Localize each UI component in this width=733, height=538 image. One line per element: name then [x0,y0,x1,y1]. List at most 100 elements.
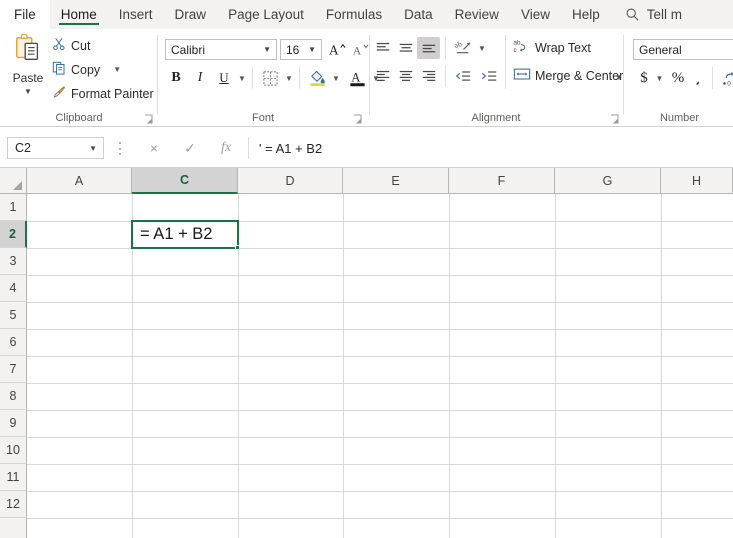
column-header-c[interactable]: C [132,168,238,194]
tab-formulas[interactable]: Formulas [315,0,393,29]
column-header-e[interactable]: E [343,168,449,194]
column-header-f-label: F [497,173,506,188]
align-left-button[interactable] [371,65,394,87]
row-header-10-label: 10 [6,443,20,457]
fill-color-button[interactable] [305,65,329,89]
row-header-13[interactable] [0,518,27,538]
merge-and-center-button[interactable]: Merge & Center [513,66,623,86]
increase-font-size-button[interactable]: A [327,39,348,60]
tab-page-layout[interactable]: Page Layout [217,0,315,29]
underline-dropdown-caret-icon[interactable]: ▼ [235,67,249,89]
column-header-g[interactable]: G [555,168,661,194]
paste-dropdown-caret-icon[interactable]: ▼ [24,88,32,96]
ribbon-group-clipboard: Paste ▼ Cut Copy ▼ Format Painter Clipbo… [0,29,158,126]
cut-button[interactable]: Cut [52,37,90,54]
column-header-h[interactable]: H [661,168,733,194]
fill-handle[interactable] [235,245,240,250]
group-separator [505,35,506,89]
row-header-7[interactable]: 7 [0,356,27,383]
copy-button[interactable]: Copy ▼ [52,61,121,78]
ribbon-group-number: General $ ▼ % ͵ 0 Number [626,29,733,126]
middle-align-button[interactable] [394,37,417,59]
row-header-12[interactable]: 12 [0,491,27,518]
group-separator [623,35,624,115]
increase-decimal-button[interactable]: 0 [718,67,733,89]
tab-insert[interactable]: Insert [108,0,164,29]
wrap-text-button[interactable]: ab c Wrap Text [513,38,590,58]
row-header-6[interactable]: 6 [0,329,27,356]
font-dialog-launcher[interactable] [353,112,364,124]
underline-button[interactable]: U [213,67,235,89]
bottom-align-button[interactable] [417,37,440,59]
row-header-5[interactable]: 5 [0,302,27,329]
alignment-dialog-launcher[interactable] [610,112,621,124]
row-header-11[interactable]: 11 [0,464,27,491]
increase-indent-button[interactable] [477,65,501,87]
tab-home[interactable]: Home [50,0,108,29]
row-header-9[interactable]: 9 [0,410,27,437]
decrease-indent-button[interactable] [451,65,475,87]
group-separator [252,67,253,89]
row-header-3[interactable]: 3 [0,248,27,275]
tell-me-search[interactable]: Tell m [611,0,682,29]
currency-format-button[interactable]: $ [635,67,653,89]
group-separator [445,37,446,59]
top-align-button[interactable] [371,37,394,59]
number-format-combobox[interactable]: General [633,39,733,60]
chevron-down-icon: ▼ [308,45,316,54]
tab-review[interactable]: Review [444,0,510,29]
cell-c2[interactable]: = A1 + B2 [131,220,239,249]
gridline-horizontal [27,491,733,492]
font-color-button[interactable]: A [345,65,369,89]
clipboard-dialog-launcher[interactable] [144,112,155,124]
confirm-entry-button[interactable]: ✓ [176,137,204,159]
column-header-f[interactable]: F [449,168,555,194]
insert-function-button[interactable]: fx [212,137,240,159]
percent-format-button[interactable]: % [668,67,688,89]
name-box[interactable]: C2 ▼ [7,137,104,159]
column-header-d[interactable]: D [238,168,343,194]
borders-button[interactable] [258,67,282,89]
format-painter-label: Format Painter [71,86,154,101]
italic-button[interactable]: I [189,67,211,89]
svg-text:A: A [353,45,362,57]
row-header-2[interactable]: 2 [0,221,27,248]
font-name-combobox[interactable]: Calibri ▼ [165,39,277,60]
align-right-button[interactable] [417,65,440,87]
bold-label: B [171,70,181,85]
formula-input[interactable]: ' = A1 + B2 [248,137,733,159]
fill-color-dropdown-caret-icon[interactable]: ▼ [329,67,343,89]
tab-data[interactable]: Data [393,0,444,29]
borders-dropdown-caret-icon[interactable]: ▼ [282,67,296,89]
font-size-combobox[interactable]: 16 ▼ [280,39,322,60]
column-header-g-label: G [602,173,613,188]
orientation-button[interactable]: ab [451,35,475,59]
gridline-vertical [661,194,662,538]
align-center-button[interactable] [394,65,417,87]
number-group-label: Number [659,112,700,124]
select-all-button[interactable] [0,168,27,194]
orientation-dropdown-caret-icon[interactable]: ▼ [475,37,489,59]
merge-center-icon [513,66,531,86]
format-painter-button[interactable]: Format Painter [52,85,154,102]
bold-button[interactable]: B [165,67,187,89]
row-header-12-label: 12 [6,497,20,511]
row-header-1[interactable]: 1 [0,194,27,221]
column-header-a[interactable]: A [27,168,132,194]
row-header-8[interactable]: 8 [0,383,27,410]
paintbrush-icon [52,85,66,102]
tab-formulas-label: Formulas [325,7,383,22]
currency-dropdown-caret-icon[interactable]: ▼ [653,67,666,89]
comma-format-button[interactable]: ͵ [689,65,707,87]
row-header-10[interactable]: 10 [0,437,27,464]
formula-input-value: ' = A1 + B2 [259,140,323,156]
paste-button[interactable]: Paste ▼ [5,33,51,106]
clipboard-group-label: Clipboard [55,112,103,124]
tab-help[interactable]: Help [561,0,611,29]
tab-file[interactable]: File [0,0,50,29]
tab-draw[interactable]: Draw [164,0,218,29]
row-header-4[interactable]: 4 [0,275,27,302]
copy-dropdown-caret-icon[interactable]: ▼ [113,65,121,74]
tab-view[interactable]: View [510,0,561,29]
cancel-entry-button[interactable]: × [140,137,168,159]
